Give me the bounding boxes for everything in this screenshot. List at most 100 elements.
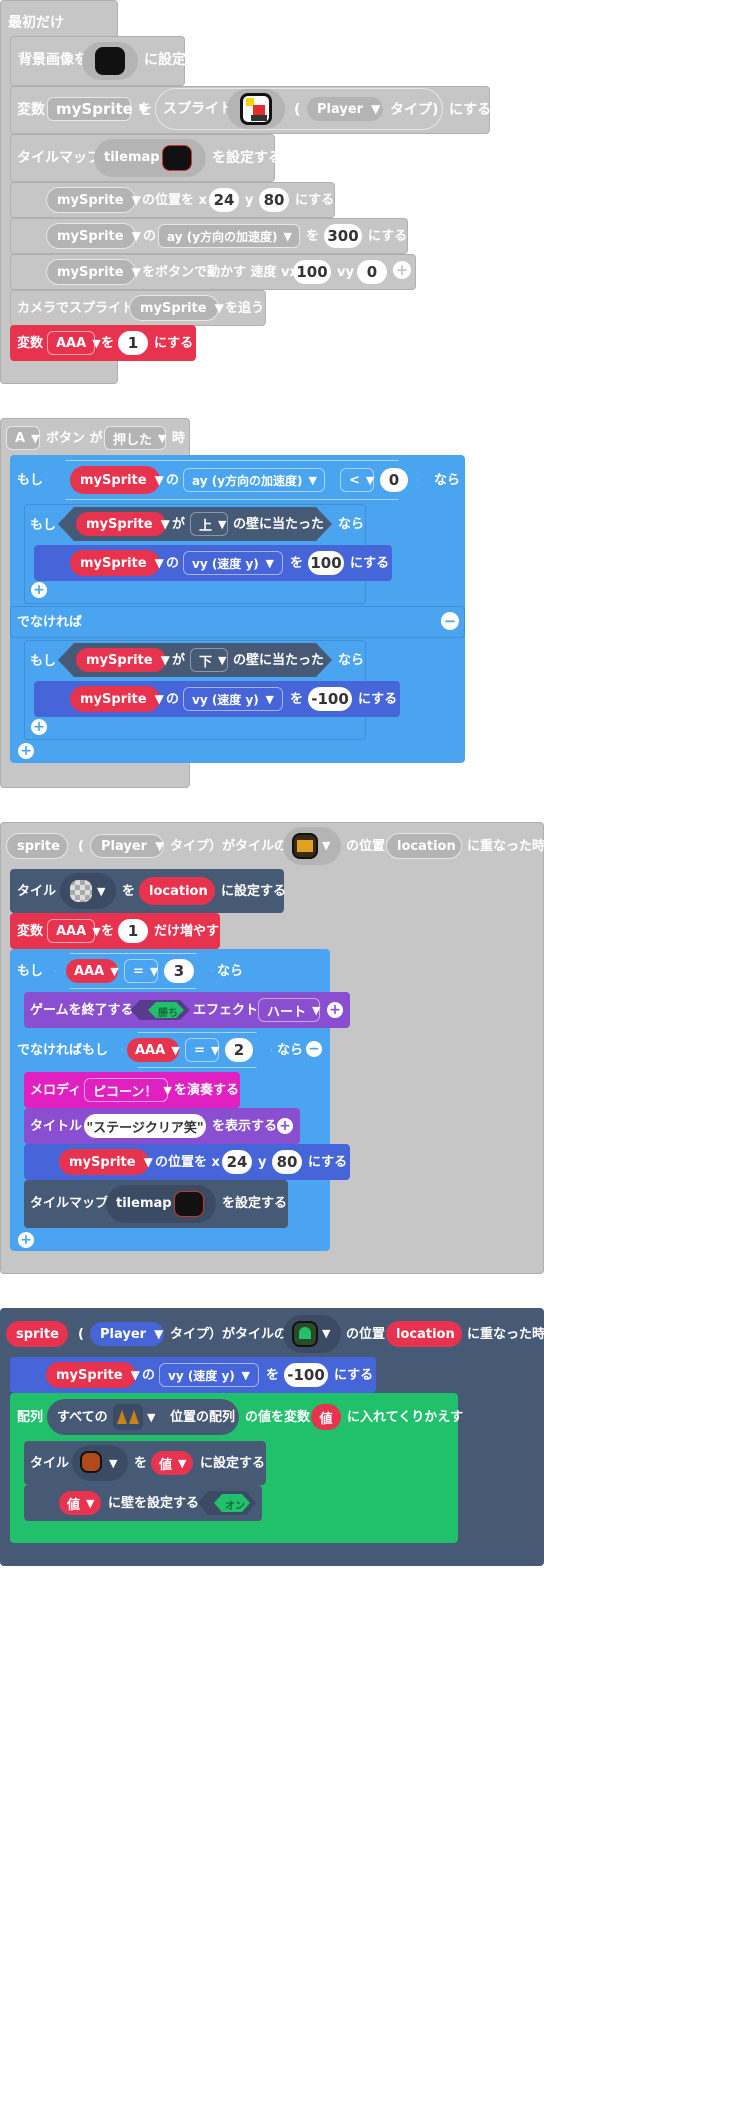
move-vy-input[interactable]: 0 <box>357 260 387 284</box>
chevron-down-icon: ▼ <box>214 301 224 315</box>
chevron-down-icon: ▼ <box>97 885 106 898</box>
suru-label: にする <box>449 102 492 118</box>
action-dropdown[interactable]: 押した ▼ <box>104 426 166 450</box>
cond-value-input[interactable]: 0 <box>380 468 408 492</box>
kind-name: Player <box>317 101 364 117</box>
set2-sprite-dropdown[interactable]: mySprite ▼ <box>70 686 164 712</box>
tile-wo: を <box>122 884 136 899</box>
chevron-down-icon: ▼ <box>143 1155 153 1169</box>
wall2-sprite-dropdown[interactable]: mySprite ▼ <box>76 648 170 672</box>
melody-label: メロディ <box>30 1083 82 1098</box>
if-value-input[interactable]: 3 <box>164 959 194 983</box>
location-param[interactable]: location <box>386 1321 462 1347</box>
elseif-value-input[interactable]: 2 <box>225 1038 253 1062</box>
pos-y-input[interactable]: 80 <box>272 1150 302 1174</box>
hat-sprite-var[interactable]: sprite <box>6 833 68 859</box>
tile-var-dropdown[interactable]: 値 ▼ <box>151 1451 193 1475</box>
chevron-down-icon: ▼ <box>283 229 292 243</box>
wall-var-dropdown[interactable]: 値 ▼ <box>59 1491 101 1515</box>
pos-x-input[interactable]: 24 <box>222 1150 252 1174</box>
pos-sprite-dropdown[interactable]: mySprite ▼ <box>59 1149 153 1175</box>
if-op-dropdown[interactable]: = ▼ <box>124 959 158 983</box>
move-sprite-dropdown[interactable]: mySprite ▼ <box>46 259 141 285</box>
ay-sprite-dropdown[interactable]: mySprite ▼ <box>46 223 141 249</box>
wall1-label: の壁に当たった <box>233 517 325 532</box>
var-dropdown[interactable]: mySprite ▼ <box>47 97 147 121</box>
elseif-label: でなければもし <box>17 1043 109 1058</box>
melody-dropdown[interactable]: ピコーン！ ▼ <box>84 1078 172 1102</box>
location-name: location <box>396 1326 455 1342</box>
elseif-op-dropdown[interactable]: = ▼ <box>185 1038 219 1062</box>
title-text-input[interactable]: "ステージクリア笑" <box>84 1114 206 1138</box>
button-dropdown[interactable]: A ▼ <box>6 426 40 450</box>
camera-sprite-dropdown[interactable]: mySprite ▼ <box>129 295 224 321</box>
pos-y-label: y <box>258 1155 267 1170</box>
tile-location-name: location <box>149 883 208 899</box>
camera-follow-label: を追う <box>225 301 265 316</box>
set1-prop-dropdown[interactable]: vy (速度 y) ▼ <box>183 551 283 575</box>
add-parameter-icon[interactable]: + <box>327 1002 343 1018</box>
melody-name: ピコーン！ <box>93 1084 158 1100</box>
chevron-down-icon: ▼ <box>322 1327 331 1340</box>
pos-x-input[interactable]: 24 <box>209 188 239 212</box>
pos-sprite-dropdown[interactable]: mySprite ▼ <box>46 187 141 213</box>
hat-sprite-name: sprite <box>16 1326 59 1342</box>
remove-else-icon[interactable]: − <box>441 612 459 630</box>
tile-var-name: 値 <box>159 1457 173 1473</box>
vy-sprite-dropdown[interactable]: mySprite ▼ <box>46 1362 140 1388</box>
chevron-down-icon: ▼ <box>147 1411 156 1424</box>
vy-prop-name: vy (速度 y) <box>168 1368 235 1383</box>
loop-var[interactable]: 値 <box>311 1404 341 1430</box>
tile-set-label: に設定する <box>221 884 287 899</box>
vy-value-input[interactable]: -100 <box>284 1363 328 1387</box>
wall1-sprite-dropdown[interactable]: mySprite ▼ <box>76 512 170 536</box>
hat-sprite-var[interactable]: sprite <box>6 1321 68 1347</box>
array-loop: に入れてくりかえす <box>347 1410 464 1425</box>
tile-location-var[interactable]: location <box>139 877 215 905</box>
if-label: もし <box>17 964 44 979</box>
ay-prop-dropdown[interactable]: ay (y方向の加速度) ▼ <box>158 224 300 248</box>
location-param[interactable]: location <box>386 833 462 859</box>
chevron-down-icon: ▼ <box>154 473 164 487</box>
add-block-icon[interactable]: + <box>31 719 47 735</box>
set2-prop-dropdown[interactable]: vy (速度 y) ▼ <box>183 687 283 711</box>
add-block-icon[interactable]: + <box>18 1232 34 1248</box>
elseif-var-dropdown[interactable]: AAA ▼ <box>127 1038 180 1062</box>
gameover-label: ゲームを終了する <box>30 1003 134 1018</box>
kind-dropdown[interactable]: Player ▼ <box>90 1322 164 1346</box>
dir-down-dropdown[interactable]: 下 ▼ <box>190 648 228 672</box>
add-block-icon[interactable]: + <box>18 743 34 759</box>
if-var-dropdown[interactable]: AAA ▼ <box>66 959 119 983</box>
kind-dropdown[interactable]: Player ▼ <box>307 97 383 121</box>
remove-branch-icon[interactable]: − <box>306 1041 322 1057</box>
setvar-value-input[interactable]: 1 <box>118 331 148 355</box>
effect-label: エフェクト <box>193 1003 259 1018</box>
chevron-down-icon: ▼ <box>154 556 164 570</box>
vy-prop-dropdown[interactable]: vy (速度 y) ▼ <box>159 1363 259 1387</box>
add-parameter-icon[interactable]: + <box>277 1118 293 1134</box>
set1-sprite-dropdown[interactable]: mySprite ▼ <box>70 550 164 576</box>
inc-var-dropdown[interactable]: AAA ▼ <box>47 919 101 943</box>
effect-dropdown[interactable]: ハート ▼ <box>258 998 320 1022</box>
add-block-icon[interactable]: + <box>31 582 47 598</box>
move-vx-input[interactable]: 100 <box>293 260 331 284</box>
set2-prop-name: vy (速度 y) <box>192 692 259 707</box>
setvar-dropdown[interactable]: AAA ▼ <box>47 331 101 355</box>
set1-value-input[interactable]: 100 <box>308 551 344 575</box>
inc-label: 変数 <box>17 924 44 939</box>
kind-dropdown[interactable]: Player ▼ <box>90 834 164 858</box>
cond-sprite-dropdown[interactable]: mySprite ▼ <box>70 466 164 494</box>
ay-value-input[interactable]: 300 <box>324 224 362 248</box>
setvar-name: AAA <box>56 335 87 351</box>
dir-up-dropdown[interactable]: 上 ▼ <box>190 512 228 536</box>
set2-value-input[interactable]: -100 <box>308 687 352 711</box>
pos-label: の位置を x <box>155 1155 220 1170</box>
operator-dropdown[interactable]: < ▼ <box>340 468 374 492</box>
pos-y-input[interactable]: 80 <box>259 188 289 212</box>
effect-name: ハート <box>267 1004 307 1020</box>
action-name: 押した <box>113 432 153 448</box>
button-label: ボタン が <box>46 431 103 446</box>
inc-value-input[interactable]: 1 <box>118 919 148 943</box>
cond-prop-dropdown[interactable]: ay (y方向の加速度) ▼ <box>183 468 325 492</box>
add-parameter-icon[interactable]: + <box>393 261 411 279</box>
